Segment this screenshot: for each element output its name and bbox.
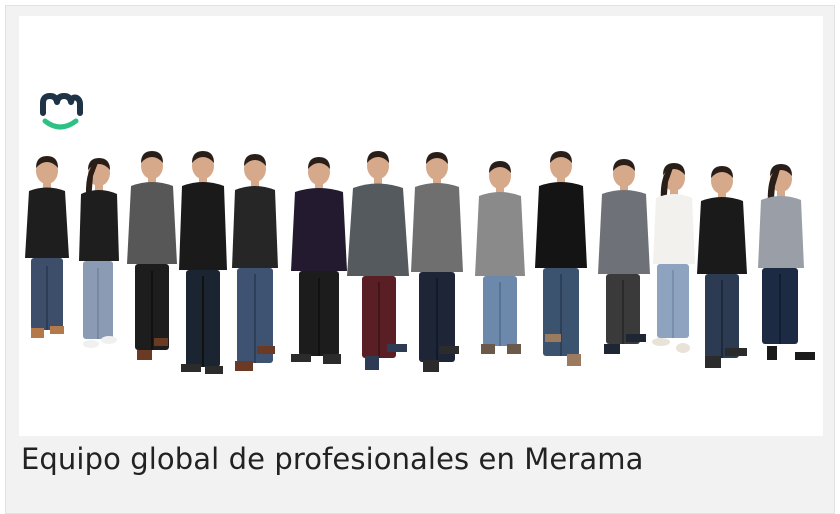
team-members-illustration: [25, 151, 815, 374]
team-member: [411, 152, 463, 372]
team-member: [179, 151, 227, 374]
team-member: [535, 151, 587, 366]
team-member: [127, 151, 177, 360]
team-member: [291, 157, 347, 364]
team-member: [697, 166, 747, 368]
team-member: [652, 163, 695, 353]
team-member: [25, 156, 69, 338]
team-member: [79, 158, 119, 348]
image-caption: Equipo global de profesionales en Merama: [21, 442, 644, 476]
image-card: Equipo global de profesionales en Merama: [5, 5, 835, 514]
team-member: [475, 161, 525, 354]
team-member: [598, 159, 650, 354]
team-member: [758, 164, 815, 360]
team-member: [232, 154, 278, 371]
team-photo: [19, 16, 823, 436]
team-member: [347, 151, 409, 370]
